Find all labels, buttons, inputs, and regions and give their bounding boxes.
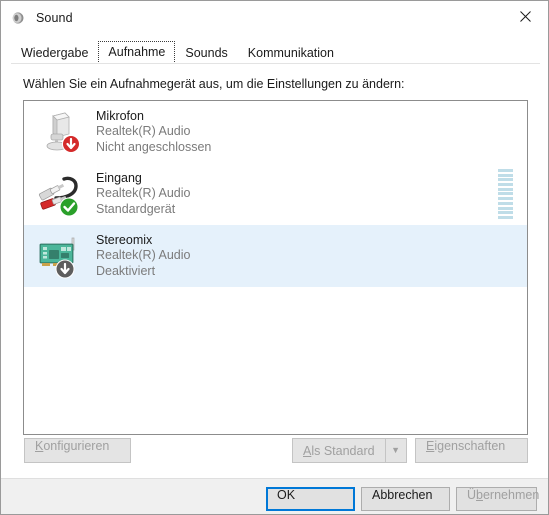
meter-segment <box>498 206 513 210</box>
list-item[interactable]: Stereomix Realtek(R) Audio Deaktiviert <box>24 225 527 287</box>
cancel-label: Abbrechen <box>372 488 433 502</box>
sound-card-icon <box>36 232 84 280</box>
meter-segment <box>498 211 513 215</box>
volume-level-meter <box>498 169 513 219</box>
recording-panel: Wählen Sie ein Aufnahmegerät aus, um die… <box>1 64 548 471</box>
rca-cable-icon <box>36 170 84 218</box>
tab-list: Wiedergabe Aufnahme Sounds Kommunikation <box>11 41 344 64</box>
device-name: Stereomix <box>96 232 153 247</box>
ok-button[interactable]: OK <box>266 487 355 511</box>
chevron-down-icon[interactable]: ▼ <box>384 438 407 463</box>
apply-label: ernehmen <box>482 488 540 502</box>
tab-aufnahme[interactable]: Aufnahme <box>98 41 176 64</box>
device-driver: Realtek(R) Audio <box>96 248 191 263</box>
configure-button[interactable]: Konfigurieren <box>24 438 131 463</box>
set-default-arrow-glyph: ▼ <box>391 445 401 455</box>
set-default-split-button[interactable]: Als Standard ▼ <box>292 438 407 463</box>
meter-segment <box>498 173 513 177</box>
apply-button[interactable]: Übernehmen <box>456 487 540 511</box>
cancel-button[interactable]: Abbrechen <box>361 487 450 511</box>
meter-segment <box>498 187 513 191</box>
meter-segment <box>498 197 513 201</box>
set-default-label: ls Standard <box>311 443 375 458</box>
set-default-accesskey: A <box>303 443 312 458</box>
device-info: Eingang Realtek(R) Audio Standardgerät <box>96 171 191 218</box>
tab-kommunikation[interactable]: Kommunikation <box>238 42 344 64</box>
tab-sounds-label: Sounds <box>185 46 228 60</box>
apply-prefix: Ü <box>467 488 477 502</box>
speaker-icon <box>11 10 27 26</box>
title-bar: Sound <box>1 1 548 34</box>
apply-accesskey: b <box>476 488 483 502</box>
dialog-footer: OK Abbrechen Übernehmen <box>1 479 548 514</box>
panel-prompt: Wählen Sie ein Aufnahmegerät aus, um die… <box>23 77 405 91</box>
device-driver: Realtek(R) Audio <box>96 124 191 139</box>
tab-sounds[interactable]: Sounds <box>175 42 237 64</box>
configure-label: onfigurieren <box>43 439 110 453</box>
meter-segment <box>498 201 513 205</box>
device-info: Stereomix Realtek(R) Audio Deaktiviert <box>96 233 191 280</box>
tab-wiedergabe-label: Wiedergabe <box>21 46 89 60</box>
properties-label: igenschaften <box>434 439 506 453</box>
properties-button[interactable]: Eigenschaften <box>415 438 528 463</box>
set-default-button[interactable]: Als Standard <box>292 438 385 463</box>
meter-segment <box>498 215 513 219</box>
device-list[interactable]: Mikrofon Realtek(R) Audio Nicht angeschl… <box>23 100 528 435</box>
close-icon[interactable] <box>502 1 548 32</box>
device-status: Standardgerät <box>96 201 176 216</box>
meter-segment <box>498 178 513 182</box>
device-status: Nicht angeschlossen <box>96 139 212 154</box>
device-status: Deaktiviert <box>96 263 156 278</box>
meter-segment <box>498 192 513 196</box>
tab-kommunikation-label: Kommunikation <box>247 46 334 60</box>
window-title: Sound <box>36 10 73 25</box>
ok-label: OK <box>277 488 296 502</box>
sound-dialog-window: Sound Wiedergabe Aufnahme Sounds Kommuni… <box>0 0 549 515</box>
device-driver: Realtek(R) Audio <box>96 186 191 201</box>
meter-segment <box>498 183 513 187</box>
device-name: Mikrofon <box>96 108 144 123</box>
tab-strip: Wiedergabe Aufnahme Sounds Kommunikation <box>1 34 548 64</box>
microphone-icon <box>36 108 84 156</box>
meter-segment <box>498 169 513 172</box>
tab-wiedergabe[interactable]: Wiedergabe <box>11 42 98 64</box>
device-name: Eingang <box>96 170 142 185</box>
tab-aufnahme-label: Aufnahme <box>108 45 166 59</box>
list-item[interactable]: Eingang Realtek(R) Audio Standardgerät <box>24 163 527 225</box>
device-info: Mikrofon Realtek(R) Audio Nicht angeschl… <box>96 109 211 156</box>
list-item[interactable]: Mikrofon Realtek(R) Audio Nicht angeschl… <box>24 101 527 163</box>
